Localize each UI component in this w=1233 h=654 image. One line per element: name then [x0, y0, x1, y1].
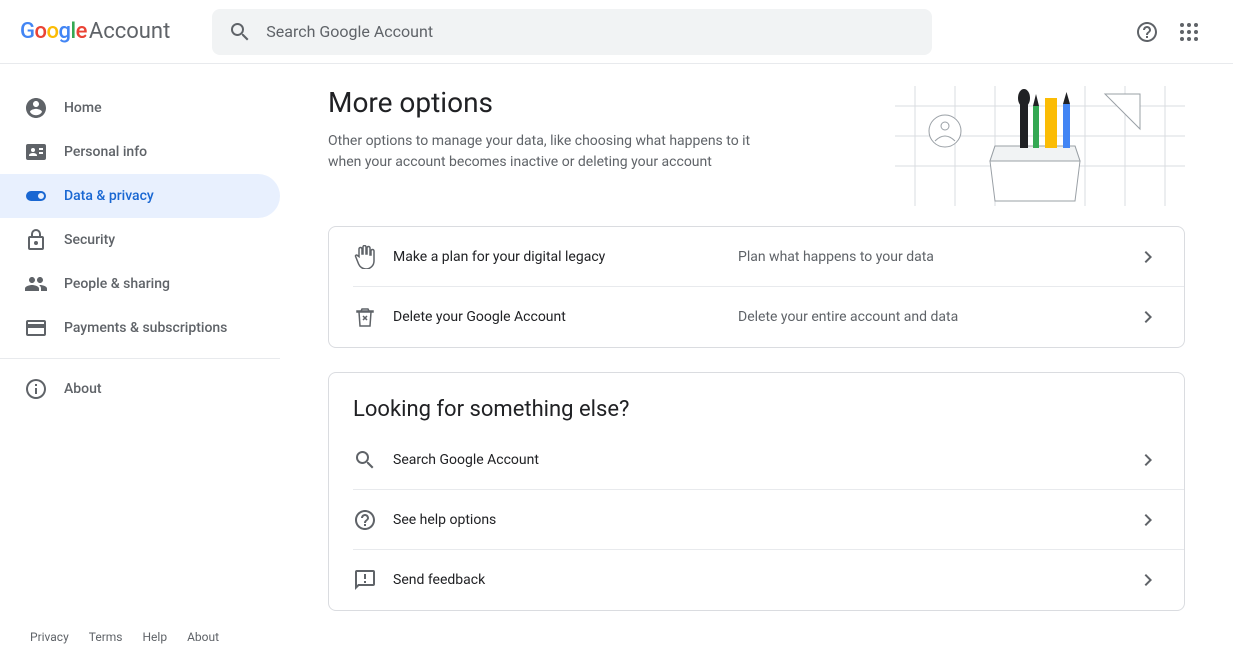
lock-icon — [24, 228, 48, 252]
row-title: Delete your Google Account — [393, 309, 738, 325]
info-icon — [24, 377, 48, 401]
sidebar-label: Data & privacy — [64, 188, 154, 204]
chevron-right-icon — [1136, 568, 1160, 592]
sidebar-label: Security — [64, 232, 115, 248]
chevron-right-icon — [1136, 508, 1160, 532]
sidebar-divider — [0, 358, 280, 359]
google-account-logo[interactable]: Google Account — [20, 19, 170, 44]
sidebar-item-personal-info[interactable]: Personal info — [0, 130, 280, 174]
sidebar-item-about[interactable]: About — [0, 367, 280, 411]
sidebar: Home Personal info Data & privacy Securi… — [0, 64, 280, 654]
account-circle-icon — [24, 96, 48, 120]
search-icon — [353, 448, 377, 472]
hand-icon — [353, 245, 377, 269]
row-description: Delete your entire account and data — [738, 309, 1136, 325]
sidebar-label: Personal info — [64, 144, 147, 160]
footer-help[interactable]: Help — [143, 630, 168, 644]
sidebar-item-home[interactable]: Home — [0, 86, 280, 130]
row-help-options[interactable]: See help options — [329, 490, 1184, 550]
sidebar-label: About — [64, 381, 102, 397]
row-digital-legacy[interactable]: Make a plan for your digital legacy Plan… — [329, 227, 1184, 287]
hero-section: More options Other options to manage you… — [328, 86, 1185, 206]
feedback-icon — [353, 568, 377, 592]
search-box[interactable] — [212, 9, 932, 55]
sidebar-label: People & sharing — [64, 276, 170, 292]
page-title: More options — [328, 86, 778, 119]
sidebar-item-security[interactable]: Security — [0, 218, 280, 262]
more-options-card: Make a plan for your digital legacy Plan… — [328, 226, 1185, 348]
badge-icon — [24, 140, 48, 164]
row-title: Search Google Account — [393, 452, 1136, 468]
app-header: Google Account — [0, 0, 1233, 64]
row-delete-account[interactable]: Delete your Google Account Delete your e… — [329, 287, 1184, 347]
sidebar-label: Home — [64, 100, 102, 116]
help-circle-icon — [353, 508, 377, 532]
apps-grid-icon[interactable] — [1177, 20, 1201, 44]
sidebar-label: Payments & subscriptions — [64, 320, 227, 336]
search-input[interactable] — [266, 22, 916, 41]
main-content: More options Other options to manage you… — [280, 64, 1233, 654]
row-title: See help options — [393, 512, 1136, 528]
row-description: Plan what happens to your data — [738, 249, 1136, 265]
people-icon — [24, 272, 48, 296]
sidebar-item-data-privacy[interactable]: Data & privacy — [0, 174, 280, 218]
footer-privacy[interactable]: Privacy — [30, 630, 69, 644]
toolbox-illustration — [895, 86, 1185, 206]
card-icon — [24, 316, 48, 340]
header-actions — [1135, 20, 1217, 44]
chevron-right-icon — [1136, 448, 1160, 472]
row-send-feedback[interactable]: Send feedback — [329, 550, 1184, 610]
looking-for-card: Looking for something else? Search Googl… — [328, 372, 1185, 611]
help-icon[interactable] — [1135, 20, 1159, 44]
card-heading: Looking for something else? — [329, 373, 1184, 430]
sidebar-item-people-sharing[interactable]: People & sharing — [0, 262, 280, 306]
google-wordmark: Google — [20, 19, 87, 44]
chevron-right-icon — [1136, 305, 1160, 329]
chevron-right-icon — [1136, 245, 1160, 269]
page-subtitle: Other options to manage your data, like … — [328, 131, 778, 173]
row-title: Send feedback — [393, 572, 1136, 588]
footer-terms[interactable]: Terms — [89, 630, 123, 644]
logo-suffix: Account — [89, 19, 170, 44]
app-body: Home Personal info Data & privacy Securi… — [0, 64, 1233, 654]
row-title: Make a plan for your digital legacy — [393, 249, 738, 265]
sidebar-item-payments[interactable]: Payments & subscriptions — [0, 306, 280, 350]
search-icon — [228, 20, 252, 44]
trash-icon — [353, 305, 377, 329]
row-search-account[interactable]: Search Google Account — [329, 430, 1184, 490]
footer-about[interactable]: About — [187, 630, 219, 644]
toggle-icon — [24, 184, 48, 208]
footer-links: Privacy Terms Help About — [0, 616, 280, 654]
